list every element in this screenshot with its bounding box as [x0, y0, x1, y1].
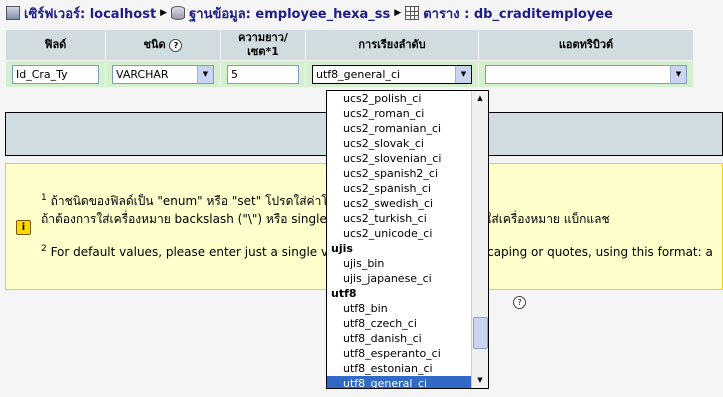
help-icon[interactable]: ?	[513, 296, 526, 309]
collation-select[interactable]: utf8_general_ci ▼	[312, 64, 472, 84]
attributes-select[interactable]: ▼	[485, 64, 687, 84]
collation-option[interactable]: utf8_esperanto_ci	[327, 346, 471, 361]
footnote-2-mark: 2	[41, 244, 47, 254]
collation-option[interactable]: ucs2_unicode_ci	[327, 226, 471, 241]
table-link[interactable]: ตาราง : db_craditemployee	[423, 3, 613, 24]
collation-option[interactable]: ucs2_slovenian_ci	[327, 151, 471, 166]
warning-icon: i	[16, 220, 31, 235]
cell-field	[6, 61, 105, 87]
breadcrumb: เซิร์ฟเวอร์: localhost ▶ ฐานข้อมูล: empl…	[0, 0, 723, 26]
cell-type: VARCHAR ▼	[106, 61, 220, 87]
dropdown-scrollbar[interactable]: ▲ ▼	[471, 91, 488, 388]
cell-attributes: ▼	[479, 61, 693, 87]
collation-option[interactable]: ucs2_spanish2_ci	[327, 166, 471, 181]
scroll-thumb[interactable]	[473, 317, 488, 349]
collation-option[interactable]: ucs2_turkish_ci	[327, 211, 471, 226]
option-group-label: utf8	[331, 287, 357, 300]
header-collation: การเรียงลำดับ	[306, 30, 478, 60]
collation-option[interactable]: ujis_bin	[327, 256, 471, 271]
collation-option[interactable]: utf8_bin	[327, 301, 471, 316]
collation-select-value: utf8_general_ci	[316, 67, 401, 81]
collation-option[interactable]: ucs2_spanish_ci	[327, 181, 471, 196]
collation-options: ucs2_polish_ci ucs2_roman_ci ucs2_romanian…	[327, 91, 471, 388]
collation-option[interactable]: utf8_general_ci	[327, 376, 471, 388]
collation-option[interactable]: utf8_estonian_ci	[327, 361, 471, 376]
scroll-up-icon[interactable]: ▲	[472, 91, 488, 106]
collation-option[interactable]: ucs2_romanian_ci	[327, 121, 471, 136]
database-link[interactable]: ฐานข้อมูล: employee_hexa_ss	[189, 3, 390, 24]
collation-option[interactable]: ucs2_slovak_ci	[327, 136, 471, 151]
header-type: ชนิด ?	[106, 30, 220, 60]
header-type-label: ชนิด	[143, 38, 166, 51]
collation-option[interactable]: ucs2_roman_ci	[327, 106, 471, 121]
server-icon	[6, 6, 20, 20]
cell-length	[221, 61, 305, 87]
footnote-1-mark: 1	[41, 193, 47, 203]
type-select[interactable]: VARCHAR ▼	[112, 64, 214, 84]
breadcrumb-table[interactable]: ตาราง : db_craditemployee	[405, 3, 613, 24]
breadcrumb-database[interactable]: ฐานข้อมูล: employee_hexa_ss	[171, 3, 390, 24]
field-name-input[interactable]	[12, 64, 99, 84]
field-definition-table: ฟิลด์ ชนิด ? ความยาว/ เซต*1 การเรียงลำดั…	[5, 29, 694, 88]
collation-option[interactable]: utf8_czech_ci	[327, 316, 471, 331]
scroll-down-icon[interactable]: ▼	[472, 373, 488, 388]
table-icon	[405, 6, 420, 20]
database-icon	[171, 6, 186, 20]
table-header-row: ฟิลด์ ชนิด ? ความยาว/ เซต*1 การเรียงลำดั…	[6, 30, 693, 60]
chevron-down-icon[interactable]: ▼	[455, 65, 471, 83]
table-row: VARCHAR ▼ utf8_general_ci ▼ ▼	[6, 61, 693, 87]
breadcrumb-arrow-icon: ▶	[394, 8, 402, 18]
header-field: ฟิลด์	[6, 30, 105, 60]
header-length: ความยาว/ เซต*1	[221, 30, 305, 60]
chevron-down-icon[interactable]: ▼	[670, 65, 686, 83]
header-attributes: แอตทริบิวต์	[479, 30, 693, 60]
collation-option[interactable]: ucs2_swedish_ci	[327, 196, 471, 211]
server-link[interactable]: เซิร์ฟเวอร์: localhost	[24, 3, 156, 24]
collation-option[interactable]: ucs2_polish_ci	[327, 91, 471, 106]
header-length-line1: ความยาว/	[238, 31, 288, 44]
help-icon[interactable]: ?	[169, 38, 183, 52]
chevron-down-icon[interactable]: ▼	[197, 65, 213, 83]
collation-option[interactable]: utf8_danish_ci	[327, 331, 471, 346]
length-input[interactable]	[227, 64, 299, 84]
option-group-label: ujis	[331, 242, 353, 255]
breadcrumb-server[interactable]: เซิร์ฟเวอร์: localhost	[6, 3, 156, 24]
collation-option[interactable]: ujis_japanese_ci	[327, 271, 471, 286]
type-select-value: VARCHAR	[116, 67, 169, 81]
cell-collation: utf8_general_ci ▼	[306, 61, 478, 87]
header-length-line2: เซต*1	[247, 45, 279, 58]
collation-dropdown-list[interactable]: ucs2_polish_ci ucs2_roman_ci ucs2_romanian…	[326, 90, 489, 389]
breadcrumb-arrow-icon: ▶	[160, 8, 168, 18]
